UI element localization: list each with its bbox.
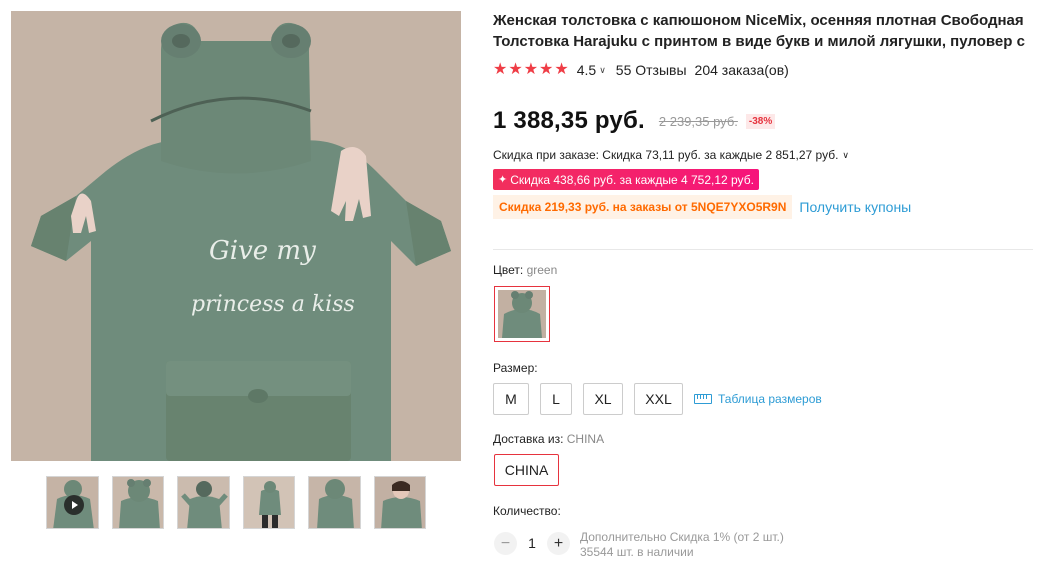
size-option-xxl[interactable]: XXL — [634, 383, 683, 415]
reviews-count[interactable]: 55 Отзывы — [616, 62, 687, 78]
product-info: Женская толстовка с капюшоном NiceMix, о… — [493, 10, 1038, 219]
size-chart-text: Таблица размеров — [718, 392, 822, 406]
color-swatch-image — [498, 290, 546, 338]
price-row: 1 388,35 руб. 2 239,35 руб. -38% — [493, 106, 1038, 136]
stock-note: 35544 шт. в наличии — [580, 545, 694, 559]
play-icon — [64, 495, 84, 515]
size-chart-link[interactable]: Таблица размеров — [694, 392, 822, 406]
rating-row: ★ ★ ★ ★ ★ 4.5 ∨ 55 Отзывы 204 заказа(ов) — [493, 60, 1038, 80]
quantity-note: Дополнительно Скидка 1% (от 2 шт.) 35544… — [580, 530, 784, 560]
print-line-2: princess a kiss — [191, 292, 355, 317]
star-icon: ★ — [539, 61, 554, 78]
size-option-xl[interactable]: XL — [583, 383, 623, 415]
shipping-value: CHINA — [566, 432, 605, 446]
rating-stars: ★ ★ ★ ★ ★ — [493, 62, 569, 78]
main-product-image[interactable]: Give my princess a kiss — [11, 11, 461, 461]
promo-badge-text: Скидка 438,66 руб. за каждые 4 752,12 ру… — [510, 172, 754, 187]
size-label: Размер: — [493, 361, 538, 375]
thumbnail-4[interactable] — [242, 476, 295, 529]
color-label-text: Цвет: — [493, 263, 527, 277]
quantity-minus-button[interactable]: − — [494, 532, 517, 555]
rating-value[interactable]: 4.5 — [577, 62, 596, 78]
thumbnail-image — [178, 477, 229, 528]
star-icon: ★ — [554, 61, 569, 78]
shipping-label: Доставка из: CHINA — [493, 432, 604, 446]
size-options: M L XL XXL Таблица размеров — [493, 383, 822, 415]
quantity-input[interactable]: 1 — [517, 532, 547, 555]
shipping-label-text: Доставка из: — [493, 432, 567, 446]
quantity-stepper: − 1 + — [494, 532, 570, 555]
thumbnail-video[interactable] — [46, 476, 99, 529]
quantity-plus-button[interactable]: + — [547, 532, 570, 555]
thumbnail-2[interactable] — [111, 476, 164, 529]
ruler-icon — [694, 394, 712, 404]
size-option-m[interactable]: M — [493, 383, 529, 415]
chevron-down-icon[interactable]: ∨ — [599, 65, 606, 76]
order-discount[interactable]: Скидка при заказе: Скидка 73,11 руб. за … — [493, 147, 1038, 163]
quantity-label: Количество: — [493, 504, 561, 518]
star-icon: ★ — [523, 61, 539, 78]
thumbnail-5[interactable] — [308, 476, 361, 529]
divider — [493, 249, 1033, 250]
orders-count: 204 заказа(ов) — [694, 62, 789, 78]
thumbnail-image — [112, 477, 164, 528]
color-swatch-green[interactable] — [494, 286, 550, 342]
get-coupons-link[interactable]: Получить купоны — [799, 199, 911, 215]
order-discount-text: Скидка при заказе: Скидка 73,11 руб. за … — [493, 148, 839, 162]
thumbnail-image — [309, 477, 360, 528]
thumbnail-image — [243, 477, 295, 528]
old-price: 2 239,35 руб. — [658, 113, 738, 129]
coupon-tag: Скидка 219,33 руб. на заказы от 5NQE7YXO… — [493, 195, 793, 219]
color-value: green — [526, 263, 558, 277]
star-icon: ★ — [508, 61, 523, 78]
current-price: 1 388,35 руб. — [493, 107, 645, 134]
thumbnail-6[interactable] — [373, 476, 426, 529]
star-icon: ★ — [493, 61, 508, 78]
swatch-illustration — [498, 290, 546, 338]
print-line-1: Give my — [209, 236, 316, 266]
thumbnail-3[interactable] — [177, 476, 230, 529]
size-option-l[interactable]: L — [540, 383, 572, 415]
bulk-discount-note: Дополнительно Скидка 1% (от 2 шт.) — [580, 530, 784, 544]
thumbnail-strip — [46, 476, 426, 530]
hoodie-illustration: Give my princess a kiss — [11, 11, 461, 461]
color-label: Цвет: green — [493, 263, 557, 277]
discount-badge: -38% — [745, 113, 776, 129]
coupon-row: Скидка 219,33 руб. на заказы от 5NQE7YXO… — [493, 195, 1038, 219]
ship-from-china-button[interactable]: CHINA — [494, 454, 559, 486]
thumbnail-image — [374, 477, 426, 528]
chevron-down-icon: ∨ — [842, 149, 849, 160]
sparkle-icon: ✦ — [498, 174, 508, 186]
product-title: Женская толстовка с капюшоном NiceMix, о… — [493, 12, 1025, 50]
promo-badge[interactable]: ✦ Скидка 438,66 руб. за каждые 4 752,12 … — [493, 169, 759, 190]
